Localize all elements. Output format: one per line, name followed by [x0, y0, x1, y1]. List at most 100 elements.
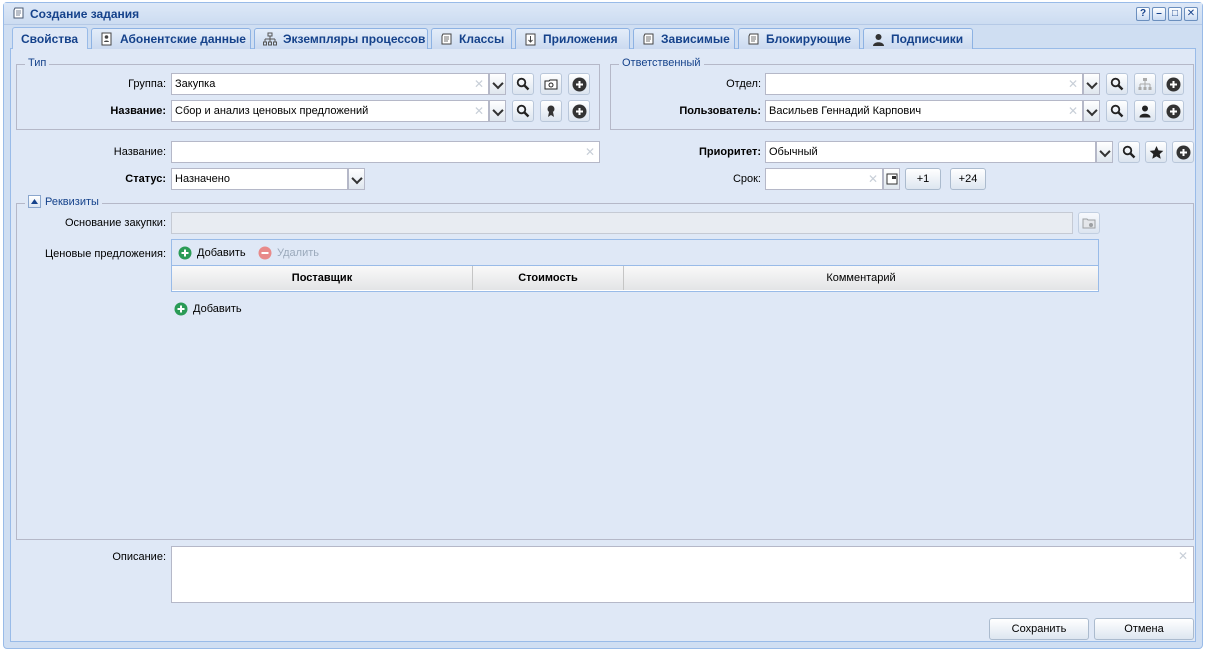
- title-label: Название:: [113, 146, 166, 158]
- group-search-button[interactable]: [512, 73, 534, 95]
- group-combo-input[interactable]: Закупка ✕: [171, 73, 489, 95]
- priority-label: Приоритет:: [699, 146, 761, 158]
- minimize-button[interactable]: –: [1152, 7, 1166, 21]
- priority-favorite-button[interactable]: [1145, 141, 1167, 163]
- plus-24-button[interactable]: +24: [950, 168, 986, 190]
- basis-input[interactable]: [171, 212, 1073, 234]
- department-search-button[interactable]: [1106, 73, 1128, 95]
- type-name-label: Название:: [110, 105, 166, 117]
- offers-grid-header: Поставщик Стоимость Комментарий: [172, 266, 1098, 290]
- priority-dropdown-button[interactable]: [1096, 141, 1113, 163]
- maximize-button[interactable]: □: [1168, 7, 1182, 21]
- offers-delete-label: Удалить: [277, 247, 319, 259]
- tab-subscriber-data[interactable]: Абонентские данные: [91, 28, 251, 49]
- tab-attachments[interactable]: Приложения: [515, 28, 630, 49]
- scroll-icon: [748, 33, 759, 44]
- type-name-combo-input[interactable]: Сбор и анализ ценовых предложений ✕: [171, 100, 489, 122]
- tab-label: Классы: [459, 32, 505, 46]
- type-name-search-button[interactable]: [512, 100, 534, 122]
- offers-add-button[interactable]: Добавить: [178, 242, 246, 264]
- clear-icon[interactable]: ✕: [1178, 549, 1188, 563]
- clear-icon[interactable]: ✕: [1068, 101, 1078, 121]
- window-titlebar[interactable]: Создание задания ? – □ ✕: [4, 3, 1202, 25]
- column-header-supplier[interactable]: Поставщик: [172, 266, 473, 290]
- window-title: Создание задания: [30, 6, 140, 21]
- details-legend: Реквизиты: [25, 195, 102, 208]
- status-label: Статус:: [125, 173, 166, 185]
- type-name-badge-button[interactable]: [540, 100, 562, 122]
- add-row-button[interactable]: Добавить: [174, 298, 242, 320]
- plus-circle-icon: [1176, 145, 1190, 159]
- priority-search-button[interactable]: [1118, 141, 1140, 163]
- search-icon: [516, 104, 530, 118]
- caret-up-icon: [31, 199, 38, 204]
- tab-blocking[interactable]: Блокирующие: [738, 28, 860, 49]
- org-tree-icon: [1138, 78, 1152, 90]
- user-label: Пользователь:: [679, 105, 761, 117]
- department-dropdown-button[interactable]: [1083, 73, 1100, 95]
- type-name-add-button[interactable]: [568, 100, 590, 122]
- close-button[interactable]: ✕: [1184, 7, 1198, 21]
- tab-classes[interactable]: Классы: [431, 28, 512, 49]
- priority-add-button[interactable]: [1172, 141, 1194, 163]
- scroll-icon: [643, 33, 654, 44]
- description-label: Описание:: [112, 551, 166, 563]
- tab-dependent[interactable]: Зависимые: [633, 28, 735, 49]
- tab-label: Зависимые: [661, 32, 730, 46]
- save-button[interactable]: Сохранить: [989, 618, 1089, 640]
- group-dropdown-button[interactable]: [489, 73, 506, 95]
- priority-combo-input[interactable]: Обычный: [765, 141, 1096, 163]
- department-tree-button[interactable]: [1134, 73, 1156, 95]
- tab-label: Подписчики: [891, 32, 964, 46]
- offers-add-label: Добавить: [197, 247, 246, 259]
- user-combo-input[interactable]: Васильев Геннадий Карпович ✕: [765, 100, 1083, 122]
- tab-label: Свойства: [21, 31, 79, 46]
- plus-circle-icon: [1166, 77, 1180, 91]
- collapse-toggle[interactable]: [28, 195, 41, 208]
- status-dropdown-button[interactable]: [348, 168, 365, 190]
- details-legend-text: Реквизиты: [45, 195, 99, 208]
- type-legend: Тип: [25, 57, 50, 69]
- user-add-button[interactable]: [1162, 100, 1184, 122]
- clear-icon[interactable]: ✕: [474, 74, 484, 94]
- user-search-button[interactable]: [1106, 100, 1128, 122]
- basis-label: Основание закупки:: [64, 217, 166, 229]
- group-label: Группа:: [128, 78, 166, 90]
- department-add-button[interactable]: [1162, 73, 1184, 95]
- group-folder-button[interactable]: [540, 73, 562, 95]
- user-icon: [873, 33, 884, 46]
- description-textarea[interactable]: ✕: [171, 546, 1194, 603]
- department-combo-input[interactable]: ✕: [765, 73, 1083, 95]
- tab-process-instances[interactable]: Экземпляры процессов: [254, 28, 428, 49]
- help-button[interactable]: ?: [1136, 7, 1150, 21]
- column-header-comment[interactable]: Комментарий: [624, 266, 1098, 290]
- tab-label: Блокирующие: [766, 32, 852, 46]
- folder-icon: [1082, 218, 1096, 229]
- tab-label: Приложения: [543, 32, 618, 46]
- tab-subscribers[interactable]: Подписчики: [863, 28, 973, 49]
- calendar-button[interactable]: [883, 168, 900, 190]
- clear-icon[interactable]: ✕: [868, 169, 878, 189]
- offers-delete-button[interactable]: Удалить: [258, 242, 319, 264]
- plus-one-button[interactable]: +1: [905, 168, 941, 190]
- clear-icon[interactable]: ✕: [1068, 74, 1078, 94]
- clear-icon[interactable]: ✕: [474, 101, 484, 121]
- group-add-button[interactable]: [568, 73, 590, 95]
- status-value: Назначено: [175, 173, 230, 185]
- scroll-icon: [441, 33, 452, 44]
- tab-properties[interactable]: Свойства: [12, 27, 88, 49]
- offers-grid: Добавить Удалить Поставщик Стоимость Ком…: [171, 239, 1099, 292]
- title-input[interactable]: ✕: [171, 141, 600, 163]
- tab-bar: Свойства Абонентские данные Экземпляры п…: [10, 27, 1196, 49]
- basis-open-button[interactable]: [1078, 212, 1100, 234]
- status-combo-input[interactable]: Назначено: [171, 168, 348, 190]
- cancel-button[interactable]: Отмена: [1094, 618, 1194, 640]
- clear-icon[interactable]: ✕: [585, 142, 595, 162]
- type-name-dropdown-button[interactable]: [489, 100, 506, 122]
- user-pick-button[interactable]: [1134, 100, 1156, 122]
- plus-circle-icon: [1166, 104, 1180, 118]
- add-row-label: Добавить: [193, 303, 242, 315]
- deadline-date-input[interactable]: ✕: [765, 168, 883, 190]
- column-header-cost[interactable]: Стоимость: [473, 266, 624, 290]
- user-dropdown-button[interactable]: [1083, 100, 1100, 122]
